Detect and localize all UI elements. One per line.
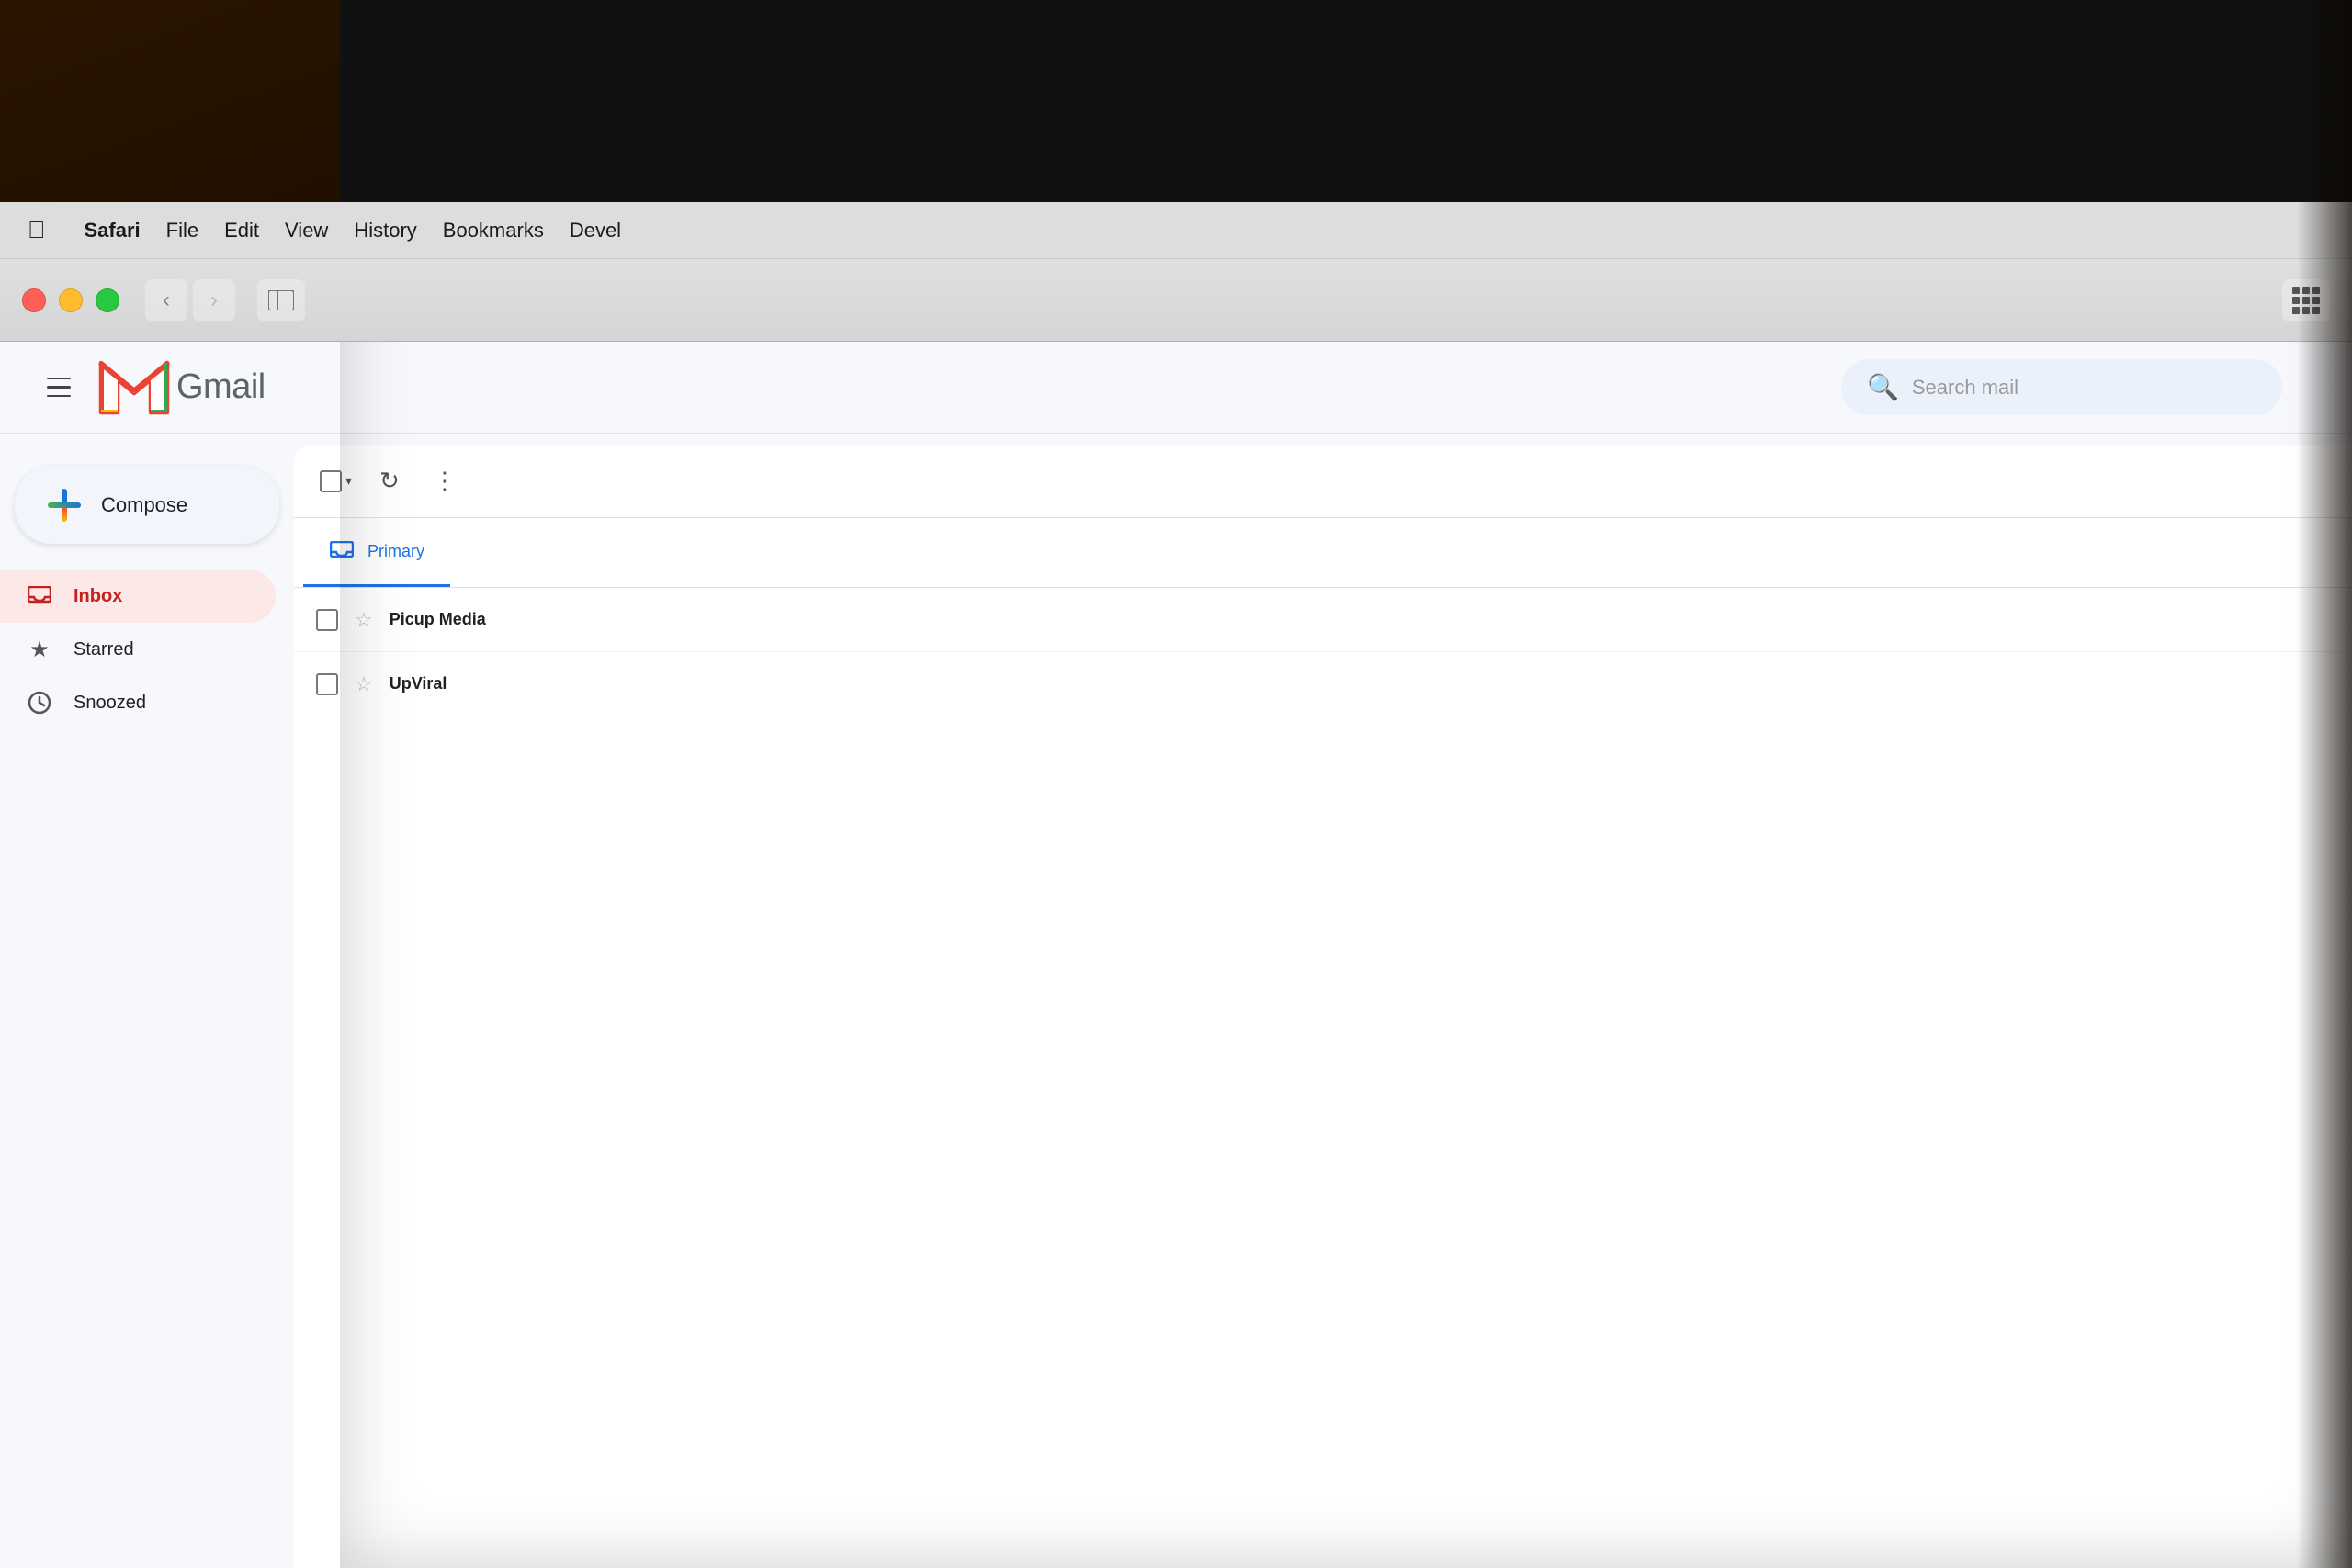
gmail-search-bar[interactable]: 🔍 Search mail bbox=[1841, 359, 2282, 415]
hamburger-line-2 bbox=[47, 386, 71, 389]
back-icon: ‹ bbox=[163, 288, 170, 313]
forward-icon: › bbox=[210, 288, 218, 313]
gmail-wordmark: Gmail bbox=[176, 367, 266, 407]
star-button[interactable]: ☆ bbox=[355, 672, 373, 696]
email-checkbox[interactable] bbox=[316, 609, 338, 631]
bookmarks-menu[interactable]: Bookmarks bbox=[430, 215, 557, 246]
sidebar-item-snoozed[interactable]: Snoozed bbox=[0, 676, 276, 729]
hamburger-line-3 bbox=[47, 395, 71, 398]
category-tabs: Primary bbox=[294, 518, 2352, 588]
compose-label: Compose bbox=[101, 493, 187, 517]
sidebar-item-starred[interactable]: ★ Starred bbox=[0, 623, 276, 676]
grid-view-button[interactable] bbox=[2282, 279, 2330, 321]
gmail-logo-area: Gmail bbox=[97, 360, 266, 415]
starred-label: Starred bbox=[74, 639, 134, 660]
select-all-wrapper[interactable]: ▾ bbox=[320, 470, 352, 492]
sidebar-toggle-icon bbox=[268, 290, 294, 310]
refresh-icon: ↻ bbox=[379, 467, 400, 495]
gmail-m-logo bbox=[97, 360, 171, 415]
email-toolbar: ▾ ↻ ⋮ bbox=[294, 445, 2352, 518]
history-menu[interactable]: History bbox=[341, 215, 429, 246]
apple-menu-icon[interactable]:  bbox=[28, 216, 46, 244]
email-checkbox[interactable] bbox=[316, 673, 338, 695]
select-all-checkbox[interactable] bbox=[320, 470, 342, 492]
nav-buttons: ‹ › bbox=[145, 279, 235, 321]
search-placeholder-text: Search mail bbox=[1912, 376, 2018, 400]
sender-name: Picup Media bbox=[390, 610, 573, 629]
sidebar-item-inbox[interactable]: Inbox bbox=[0, 570, 276, 623]
email-list-panel: ▾ ↻ ⋮ Primary bbox=[294, 445, 2352, 1568]
hamburger-line-1 bbox=[47, 378, 71, 380]
file-menu[interactable]: File bbox=[153, 215, 211, 246]
primary-tab-label: Primary bbox=[368, 542, 424, 561]
gmail-sidebar: Compose Inbox ★ Starred bbox=[0, 434, 294, 1568]
inbox-icon bbox=[26, 582, 53, 610]
close-button[interactable] bbox=[22, 288, 46, 312]
forward-button[interactable]: › bbox=[193, 279, 235, 321]
edit-menu[interactable]: Edit bbox=[211, 215, 272, 246]
back-button[interactable]: ‹ bbox=[145, 279, 187, 321]
more-options-button[interactable]: ⋮ bbox=[427, 461, 462, 501]
email-rows: ☆ Picup Media ☆ UpViral bbox=[294, 588, 2352, 716]
gmail-main-layout: Compose Inbox ★ Starred bbox=[0, 434, 2352, 1568]
search-icon: 🔍 bbox=[1867, 372, 1899, 402]
devel-menu[interactable]: Devel bbox=[557, 215, 634, 246]
snoozed-label: Snoozed bbox=[74, 693, 146, 714]
table-row[interactable]: ☆ Picup Media bbox=[294, 588, 2352, 652]
view-menu[interactable]: View bbox=[272, 215, 341, 246]
maximize-button[interactable] bbox=[96, 288, 119, 312]
tab-primary[interactable]: Primary bbox=[303, 518, 450, 587]
star-icon: ★ bbox=[26, 636, 53, 663]
gmail-app: Gmail 🔍 Search mail Compose bbox=[0, 342, 2352, 1568]
clock-icon bbox=[26, 689, 53, 716]
more-icon: ⋮ bbox=[433, 467, 457, 495]
checkbox-dropdown-arrow[interactable]: ▾ bbox=[345, 473, 352, 489]
grid-icon bbox=[2292, 287, 2320, 314]
safari-menu[interactable]: Safari bbox=[72, 215, 153, 246]
primary-tab-icon bbox=[329, 538, 355, 564]
laptop-top-bezel bbox=[340, 0, 2352, 204]
gmail-header: Gmail 🔍 Search mail bbox=[0, 342, 2352, 434]
compose-button[interactable]: Compose bbox=[15, 467, 279, 544]
sender-name: UpViral bbox=[390, 674, 573, 694]
refresh-button[interactable]: ↻ bbox=[374, 461, 405, 501]
window-controls bbox=[22, 288, 119, 312]
sidebar-toggle-button[interactable] bbox=[257, 279, 305, 321]
star-button[interactable]: ☆ bbox=[355, 608, 373, 632]
minimize-button[interactable] bbox=[59, 288, 83, 312]
inbox-label: Inbox bbox=[74, 586, 122, 607]
compose-plus-icon bbox=[48, 489, 81, 522]
browser-toolbar: ‹ › bbox=[0, 259, 2352, 342]
table-row[interactable]: ☆ UpViral bbox=[294, 652, 2352, 716]
mac-menubar:  Safari File Edit View History Bookmark… bbox=[0, 202, 2352, 259]
hamburger-menu-button[interactable] bbox=[33, 362, 85, 413]
